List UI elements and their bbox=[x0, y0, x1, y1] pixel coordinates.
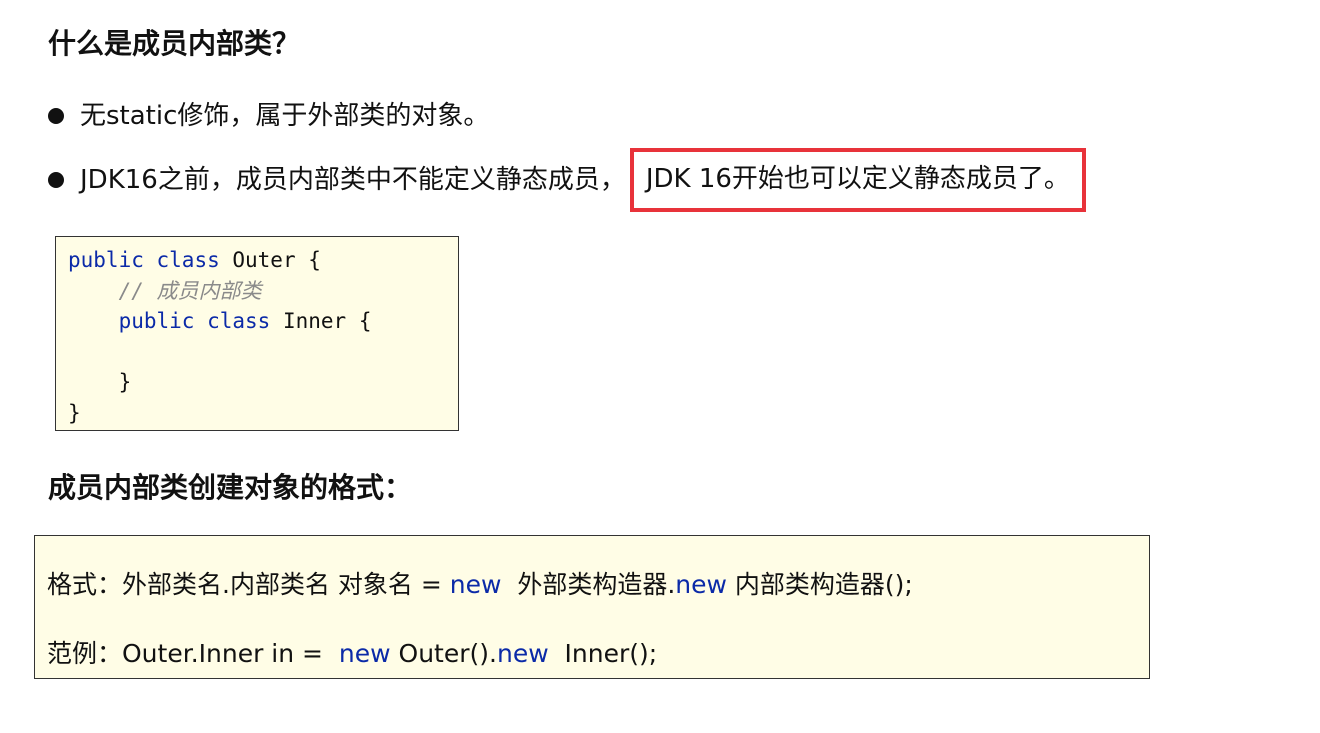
code-line-1: public class Outer { bbox=[68, 245, 446, 276]
example-line: 范例：Outer.Inner in = new Outer().new Inne… bbox=[47, 639, 658, 668]
bullet-text: 无static修饰，属于外部类的对象。 bbox=[80, 101, 490, 131]
bullet-dot-icon bbox=[48, 108, 64, 124]
heading-what-is-member-inner-class: 什么是成员内部类？ bbox=[48, 27, 301, 60]
keyword-new: new bbox=[338, 639, 391, 668]
keyword-public: public bbox=[68, 248, 144, 272]
code-line-2: // 成员内部类 bbox=[68, 276, 446, 307]
bullet-text-before: JDK16之前，成员内部类中不能定义静态成员， bbox=[80, 165, 626, 195]
code-text: } bbox=[68, 400, 81, 425]
bullet-jdk16: JDK16之前，成员内部类中不能定义静态成员， JDK 16开始也可以定义静态成… bbox=[48, 148, 1086, 212]
code-example-box: public class Outer { // 成员内部类 public cla… bbox=[55, 236, 459, 431]
bullet-no-static: 无static修饰，属于外部类的对象。 bbox=[48, 98, 489, 134]
highlighted-jdk16-note: JDK 16开始也可以定义静态成员了。 bbox=[629, 148, 1086, 212]
keyword-new: new bbox=[449, 570, 502, 599]
format-line: 格式：外部类名.内部类名 对象名 = new 外部类构造器.new 内部类构造器… bbox=[47, 570, 913, 599]
keyword-new: new bbox=[496, 639, 549, 668]
keyword-class: class bbox=[207, 309, 271, 333]
keyword-class: class bbox=[156, 248, 220, 272]
heading-create-format: 成员内部类创建对象的格式： bbox=[48, 471, 413, 504]
code-line-6: } bbox=[68, 398, 446, 429]
keyword-new: new bbox=[675, 570, 727, 599]
code-line-3: public class Inner { bbox=[68, 306, 446, 337]
code-text: Inner { bbox=[270, 309, 372, 333]
code-comment: // 成员内部类 bbox=[118, 278, 262, 303]
bullet-dot-icon bbox=[48, 172, 64, 188]
code-line-5: } bbox=[68, 367, 446, 398]
code-text: Outer { bbox=[219, 248, 321, 272]
format-box: 格式：外部类名.内部类名 对象名 = new 外部类构造器.new 内部类构造器… bbox=[34, 535, 1150, 679]
keyword-public: public bbox=[118, 309, 195, 333]
code-text: } bbox=[118, 370, 132, 394]
